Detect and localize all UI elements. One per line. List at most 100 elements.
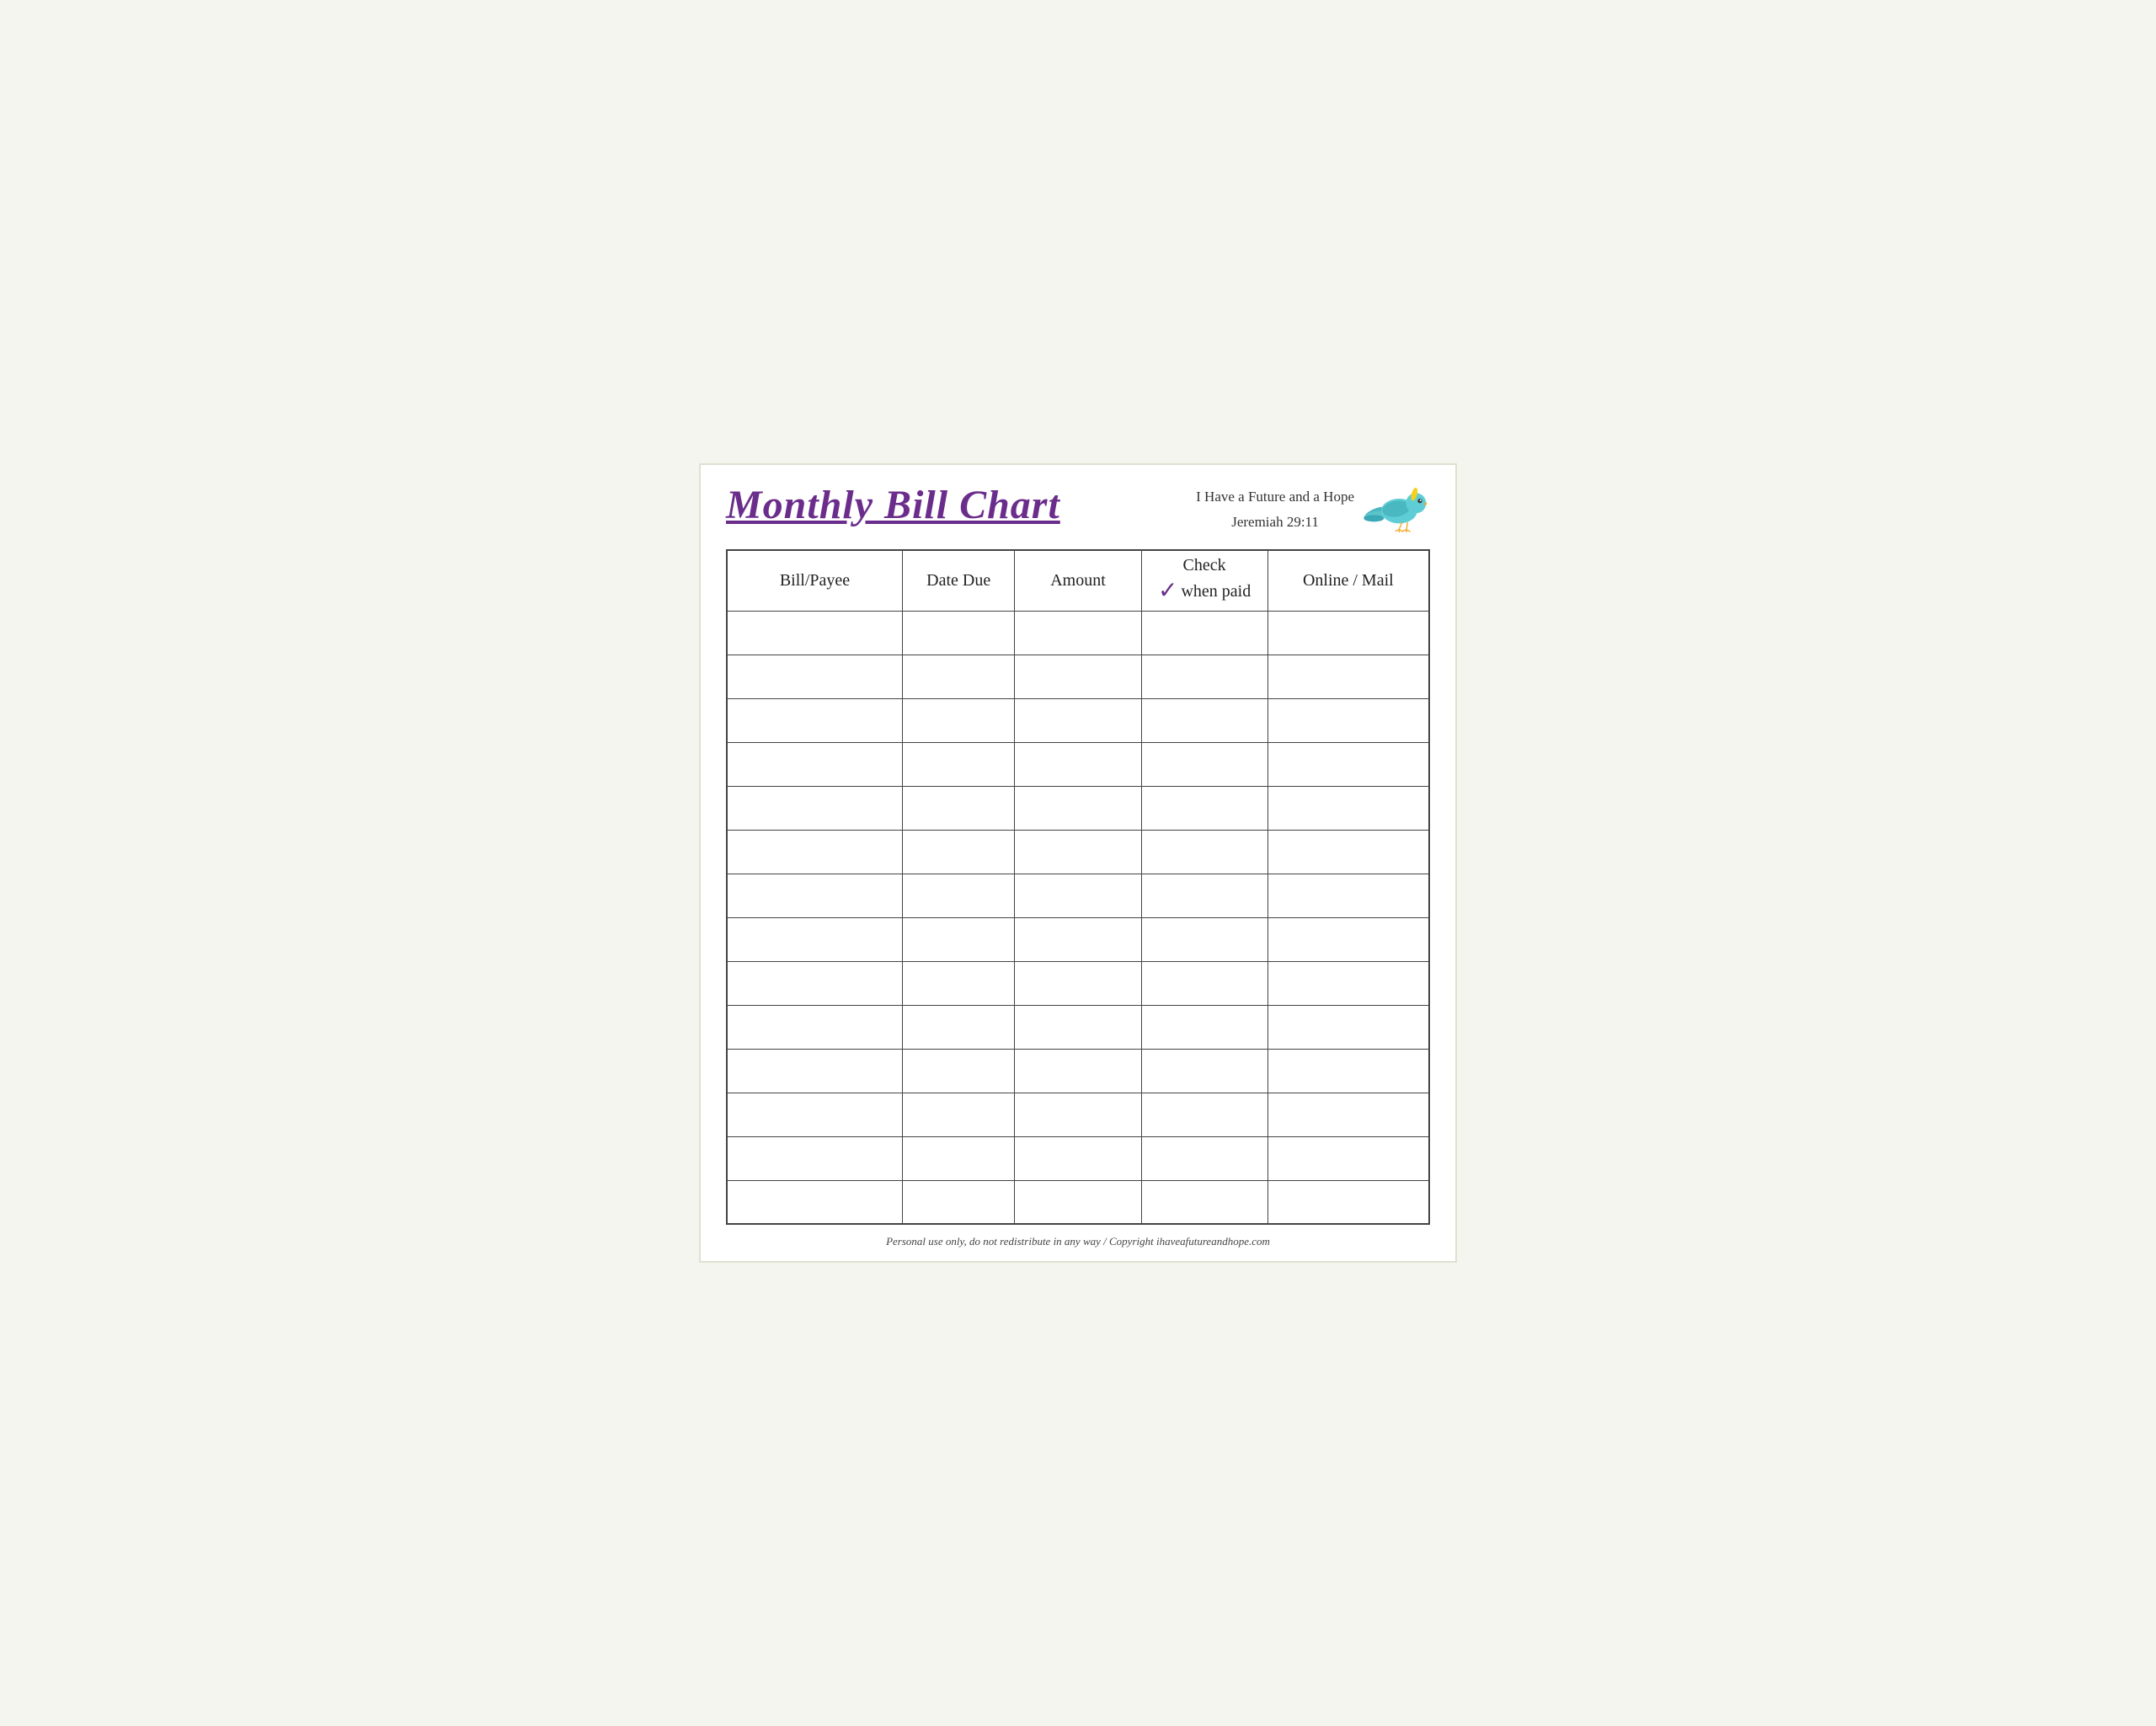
table-cell: [903, 917, 1015, 961]
table-row: [727, 830, 1429, 874]
table-cell: [903, 698, 1015, 742]
table-body: [727, 611, 1429, 1224]
col-header-online-mail: Online / Mail: [1267, 550, 1429, 611]
table-cell: [727, 742, 903, 786]
table-cell: [727, 1005, 903, 1049]
table-cell: [1015, 698, 1141, 742]
table-cell: [1015, 1049, 1141, 1093]
table-cell: [1267, 742, 1429, 786]
table-cell: [1141, 961, 1267, 1005]
table-row: [727, 1180, 1429, 1224]
table-cell: [1015, 611, 1141, 655]
table-cell: [727, 655, 903, 698]
table-row: [727, 698, 1429, 742]
table-cell: [727, 611, 903, 655]
table-row: [727, 611, 1429, 655]
col-header-check-when-paid: Check ✓ when paid: [1141, 550, 1267, 611]
table-cell: [1141, 830, 1267, 874]
page-title: Monthly Bill Chart: [726, 482, 1060, 528]
table-cell: [727, 1049, 903, 1093]
table-cell: [1015, 1093, 1141, 1136]
check-header-line1: Check: [1183, 554, 1226, 576]
table-cell: [1267, 1180, 1429, 1224]
check-header-line2-container: ✓ when paid: [1158, 576, 1251, 607]
table-cell: [1015, 874, 1141, 917]
table-cell: [1141, 655, 1267, 698]
table-cell: [903, 655, 1015, 698]
table-cell: [903, 961, 1015, 1005]
table-cell: [1267, 917, 1429, 961]
table-container: Bill/Payee Date Due Amount Check ✓ w: [726, 549, 1430, 1225]
scripture-line1: I Have a Future and a Hope: [1196, 486, 1354, 508]
table-cell: [1267, 698, 1429, 742]
table-cell: [1267, 961, 1429, 1005]
table-cell: [1015, 961, 1141, 1005]
table-row: [727, 917, 1429, 961]
table-cell: [1141, 1005, 1267, 1049]
scripture-block: I Have a Future and a Hope Jeremiah 29:1…: [1196, 486, 1354, 532]
table-cell: [1267, 786, 1429, 830]
table-cell: [1141, 786, 1267, 830]
table-cell: [903, 874, 1015, 917]
table-header-row: Bill/Payee Date Due Amount Check ✓ w: [727, 550, 1429, 611]
table-cell: [1141, 1093, 1267, 1136]
table-cell: [727, 1093, 903, 1136]
table-cell: [903, 1049, 1015, 1093]
table-row: [727, 1093, 1429, 1136]
table-cell: [1267, 1049, 1429, 1093]
scripture-line2: Jeremiah 29:11: [1231, 511, 1319, 533]
table-cell: [1141, 1180, 1267, 1224]
table-row: [727, 655, 1429, 698]
page: Monthly Bill Chart I Have a Future and a…: [699, 463, 1457, 1263]
table-cell: [1267, 830, 1429, 874]
bill-chart-table: Bill/Payee Date Due Amount Check ✓ w: [726, 549, 1430, 1225]
table-cell: [1141, 742, 1267, 786]
table-cell: [903, 786, 1015, 830]
table-cell: [903, 742, 1015, 786]
table-row: [727, 742, 1429, 786]
bird-icon: [1363, 482, 1430, 537]
col-header-date-due: Date Due: [903, 550, 1015, 611]
col-header-bill-payee: Bill/Payee: [727, 550, 903, 611]
table-cell: [1141, 917, 1267, 961]
table-cell: [727, 1136, 903, 1180]
table-cell: [727, 1180, 903, 1224]
table-cell: [903, 1136, 1015, 1180]
table-cell: [903, 1180, 1015, 1224]
table-cell: [727, 786, 903, 830]
right-section: I Have a Future and a Hope Jeremiah 29:1…: [1196, 482, 1430, 537]
table-cell: [1015, 830, 1141, 874]
table-cell: [1015, 917, 1141, 961]
check-header-content: Check ✓ when paid: [1142, 554, 1267, 607]
table-cell: [1141, 1136, 1267, 1180]
col-header-amount: Amount: [1015, 550, 1141, 611]
table-cell: [1141, 698, 1267, 742]
footer: Personal use only, do not redistribute i…: [726, 1235, 1430, 1248]
table-row: [727, 1049, 1429, 1093]
table-cell: [903, 611, 1015, 655]
table-cell: [1015, 1136, 1141, 1180]
table-cell: [727, 917, 903, 961]
table-cell: [1267, 1093, 1429, 1136]
table-row: [727, 874, 1429, 917]
footer-text: Personal use only, do not redistribute i…: [886, 1235, 1270, 1248]
table-cell: [1267, 611, 1429, 655]
table-cell: [1267, 874, 1429, 917]
check-header-line2: when paid: [1181, 580, 1251, 602]
table-cell: [903, 1093, 1015, 1136]
table-cell: [727, 830, 903, 874]
table-row: [727, 961, 1429, 1005]
table-cell: [903, 1005, 1015, 1049]
table-row: [727, 1005, 1429, 1049]
table-cell: [1015, 1005, 1141, 1049]
table-cell: [727, 698, 903, 742]
table-cell: [1015, 742, 1141, 786]
table-cell: [1267, 655, 1429, 698]
table-row: [727, 1136, 1429, 1180]
table-cell: [903, 830, 1015, 874]
table-cell: [1267, 1136, 1429, 1180]
table-cell: [1141, 874, 1267, 917]
table-cell: [1015, 655, 1141, 698]
header-section: Monthly Bill Chart I Have a Future and a…: [726, 482, 1430, 537]
table-cell: [1141, 1049, 1267, 1093]
